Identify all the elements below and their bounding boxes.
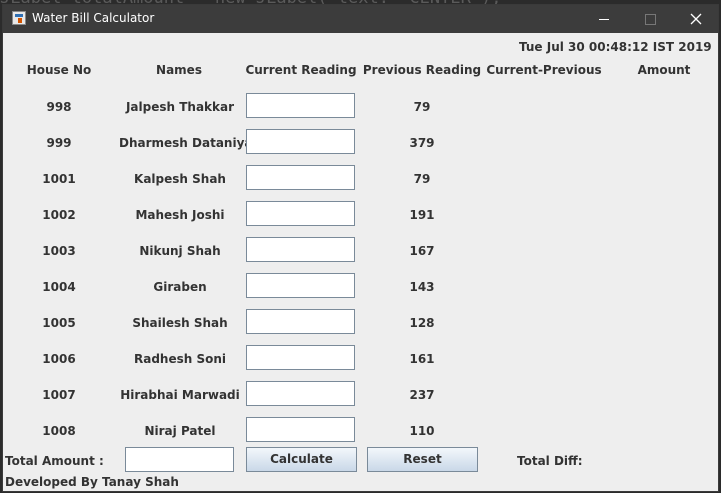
previous-reading-value: 79 bbox=[413, 172, 431, 186]
resident-name: Mahesh Joshi bbox=[135, 208, 225, 222]
house-number: 1001 bbox=[42, 172, 76, 186]
close-icon bbox=[690, 13, 702, 25]
house-number: 1006 bbox=[42, 352, 76, 366]
total-amount-field[interactable] bbox=[125, 447, 234, 472]
previous-reading-value: 191 bbox=[409, 208, 435, 222]
resident-name: Dharmesh Dataniya bbox=[119, 136, 253, 150]
header-house-no: House No bbox=[26, 63, 92, 77]
house-number: 998 bbox=[46, 100, 72, 114]
current-reading-input[interactable] bbox=[246, 165, 355, 190]
current-reading-input[interactable] bbox=[246, 309, 355, 334]
current-reading-input[interactable] bbox=[246, 273, 355, 298]
header-previous-reading: Previous Reading bbox=[362, 63, 482, 77]
resident-name: Hirabhai Marwadi bbox=[120, 388, 240, 402]
previous-reading-value: 79 bbox=[413, 100, 431, 114]
house-number: 1008 bbox=[42, 424, 76, 438]
current-reading-input[interactable] bbox=[246, 381, 355, 406]
previous-reading-value: 128 bbox=[409, 316, 435, 330]
resident-name: Kalpesh Shah bbox=[134, 172, 226, 186]
house-number: 999 bbox=[46, 136, 72, 150]
current-reading-input[interactable] bbox=[246, 345, 355, 370]
app-window: Water Bill Calculator Tue Jul 30 00:48:1… bbox=[2, 4, 719, 492]
house-number: 1003 bbox=[42, 244, 76, 258]
resident-name: Radhesh Soni bbox=[133, 352, 226, 366]
maximize-button[interactable] bbox=[627, 5, 673, 33]
house-number: 1007 bbox=[42, 388, 76, 402]
reset-button[interactable]: Reset bbox=[367, 447, 478, 472]
current-reading-input[interactable] bbox=[246, 129, 355, 154]
resident-name: Nikunj Shah bbox=[139, 244, 221, 258]
form-panel: Tue Jul 30 00:48:12 IST 2019 House No Na… bbox=[3, 33, 718, 491]
current-reading-input[interactable] bbox=[246, 237, 355, 262]
java-app-icon bbox=[12, 11, 26, 25]
resident-name: Jalpesh Thakkar bbox=[125, 100, 235, 114]
header-amount: Amount bbox=[637, 63, 691, 77]
header-current-reading: Current Reading bbox=[245, 63, 357, 77]
current-reading-input[interactable] bbox=[246, 201, 355, 226]
minimize-icon bbox=[599, 18, 609, 20]
total-diff-label: Total Diff: bbox=[517, 454, 583, 468]
maximize-icon bbox=[644, 13, 656, 25]
minimize-button[interactable] bbox=[581, 5, 627, 33]
calculate-button[interactable]: Calculate bbox=[246, 447, 357, 472]
window-title: Water Bill Calculator bbox=[32, 11, 155, 25]
resident-name: Giraben bbox=[153, 280, 207, 294]
total-amount-label: Total Amount : bbox=[5, 454, 104, 468]
resident-name: Niraj Patel bbox=[144, 424, 216, 438]
house-number: 1002 bbox=[42, 208, 76, 222]
house-number: 1005 bbox=[42, 316, 76, 330]
timestamp-label: Tue Jul 30 00:48:12 IST 2019 bbox=[519, 40, 712, 54]
previous-reading-value: 379 bbox=[409, 136, 435, 150]
title-bar[interactable]: Water Bill Calculator bbox=[3, 5, 718, 33]
previous-reading-value: 167 bbox=[409, 244, 435, 258]
previous-reading-value: 143 bbox=[409, 280, 435, 294]
previous-reading-value: 110 bbox=[409, 424, 435, 438]
header-names: Names bbox=[156, 63, 202, 77]
previous-reading-value: 237 bbox=[409, 388, 435, 402]
header-current-minus-previous: Current-Previous bbox=[486, 63, 602, 77]
resident-name: Shailesh Shah bbox=[132, 316, 228, 330]
current-reading-input[interactable] bbox=[246, 417, 355, 442]
developer-credit: Developed By Tanay Shah bbox=[5, 475, 179, 489]
current-reading-input[interactable] bbox=[246, 93, 355, 118]
house-number: 1004 bbox=[42, 280, 76, 294]
close-button[interactable] bbox=[673, 5, 719, 33]
previous-reading-value: 161 bbox=[409, 352, 435, 366]
